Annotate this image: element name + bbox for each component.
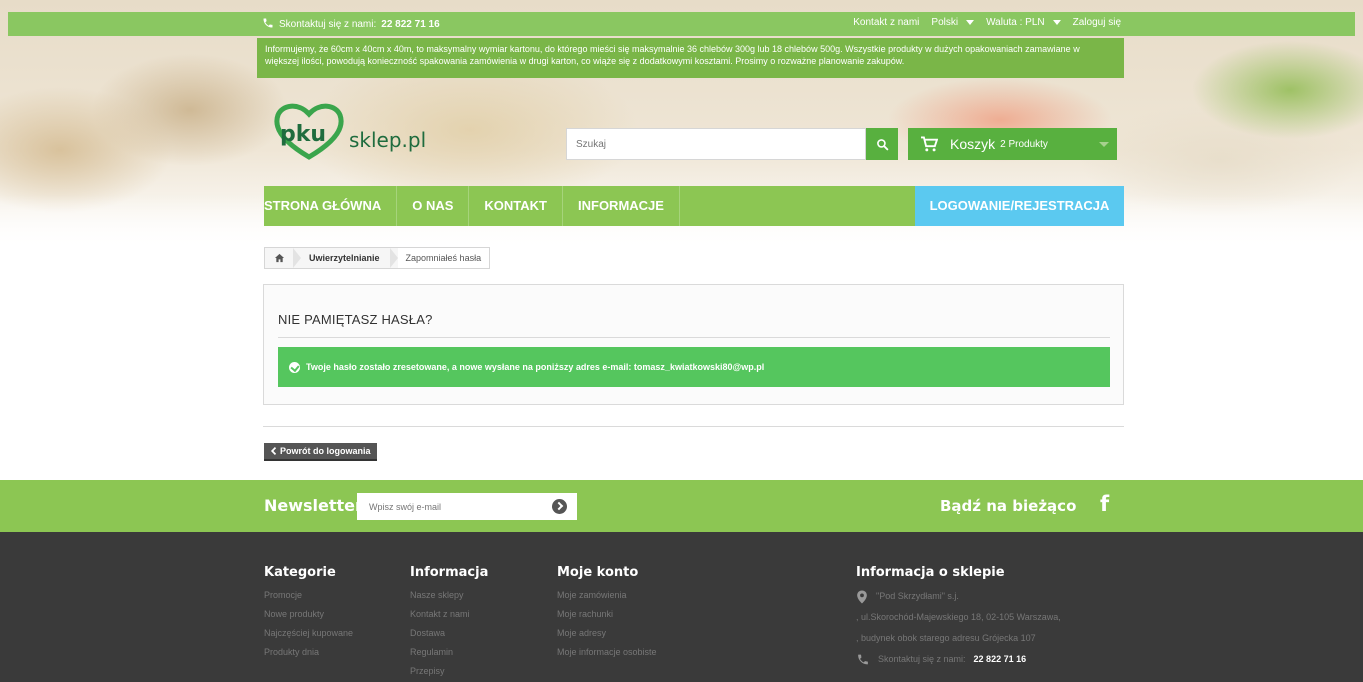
footer-link[interactable]: Przepisy (410, 662, 488, 681)
home-icon (274, 253, 284, 263)
newsletter-email-input[interactable] (357, 493, 537, 520)
currency-select[interactable]: Waluta : PLN (986, 17, 1061, 28)
nav-contact[interactable]: KONTAKT (469, 186, 563, 226)
cart-count: 2 Produkty (1000, 138, 1048, 150)
breadcrumb-current: Zapomniałeś hasła (397, 248, 490, 268)
forgot-password-panel: NIE PAMIĘTASZ HASŁA? Twoje hasło zostało… (263, 284, 1124, 405)
logo-mark: pku (280, 122, 327, 147)
nav-information[interactable]: INFORMACJE (563, 186, 680, 226)
footer-link[interactable]: Nasze sklepy (410, 586, 488, 605)
search-icon (876, 138, 888, 150)
newsletter-submit-button[interactable] (552, 499, 567, 514)
chevron-left-icon (270, 447, 277, 455)
store-address: , ul.Skorochód-Majewskiego 18, 02-105 Wa… (856, 612, 1061, 622)
store-phone-label: Skontaktuj się z nami: (878, 654, 966, 664)
footer-store-info: Informacja o sklepie "Pod Skrzydłami" s.… (856, 565, 1061, 670)
store-name-row: "Pod Skrzydłami" s.j. (856, 586, 1061, 607)
logo-heart-icon: pku (272, 100, 346, 160)
breadcrumb-home[interactable] (265, 248, 293, 268)
store-address: , budynek obok starego adresu Grójecka 1… (856, 633, 1036, 643)
stay-updated-label: Bądź na bieżąco (940, 497, 1077, 515)
footer: Kategorie Promocje Nowe produkty Najczęś… (0, 532, 1363, 682)
contact-link[interactable]: Kontakt z nami (853, 17, 919, 28)
divider (278, 337, 1110, 338)
footer-categories: Kategorie Promocje Nowe produkty Najczęś… (264, 565, 353, 662)
footer-link[interactable]: Najczęściej kupowane (264, 624, 353, 643)
language-value: Polski (931, 17, 959, 28)
breadcrumb-separator (293, 248, 301, 268)
footer-link[interactable]: Regulamin (410, 643, 488, 662)
language-select[interactable]: Polski (931, 17, 975, 28)
logo[interactable]: pku sklep.pl (272, 100, 426, 160)
store-address-row: , budynek obok starego adresu Grójecka 1… (856, 628, 1061, 649)
footer-account: Moje konto Moje zamówienia Moje rachunki… (557, 565, 657, 662)
footer-heading: Moje konto (557, 565, 639, 580)
nav-about[interactable]: O NAS (397, 186, 470, 226)
cart-button[interactable]: Koszyk 2 Produkty (908, 128, 1117, 160)
check-circle-icon (289, 361, 300, 373)
footer-heading: Kategorie (264, 565, 336, 580)
chevron-down-icon (1052, 19, 1061, 25)
store-phone-row: Skontaktuj się z nami: 22 822 71 16 (856, 649, 1061, 670)
phone-label: Skontaktuj się z nami: (279, 19, 377, 30)
footer-information: Informacja Nasze sklepy Kontakt z nami D… (410, 565, 488, 681)
search-input[interactable] (567, 129, 865, 159)
divider (263, 426, 1124, 427)
chevron-down-icon (966, 19, 975, 25)
main-nav: STRONA GŁÓWNA O NAS KONTAKT INFORMACJE L… (264, 186, 1124, 226)
breadcrumb-authentication[interactable]: Uwierzytelnianie (301, 253, 390, 263)
login-link[interactable]: Zaloguj się (1073, 17, 1121, 28)
success-message: Twoje hasło zostało zresetowane, a nowe … (306, 362, 765, 372)
footer-heading: Informacja o sklepie (856, 565, 1005, 580)
success-alert: Twoje hasło zostało zresetowane, a nowe … (278, 347, 1110, 387)
currency-value: Waluta : PLN (986, 17, 1045, 28)
footer-link[interactable]: Kontakt z nami (410, 605, 488, 624)
cart-label: Koszyk (950, 136, 996, 152)
page-title: NIE PAMIĘTASZ HASŁA? (278, 312, 433, 327)
chevron-down-icon (1099, 142, 1109, 147)
footer-link[interactable]: Produkty dnia (264, 643, 353, 662)
breadcrumb-separator (389, 248, 398, 268)
store-address-row: , ul.Skorochód-Majewskiego 18, 02-105 Wa… (856, 607, 1061, 628)
footer-link[interactable]: Nowe produkty (264, 605, 353, 624)
top-bar: Skontaktuj się z nami: 22 822 71 16 Kont… (8, 12, 1355, 36)
back-label: Powrót do logowania (280, 446, 371, 456)
search-box (566, 128, 866, 160)
store-phone-number: 22 822 71 16 (973, 654, 1027, 664)
footer-heading: Informacja (410, 565, 489, 580)
map-marker-icon (857, 590, 867, 603)
newsletter-bar: Newsletter Bądź na bieżąco f (0, 480, 1363, 532)
search-button[interactable] (866, 128, 898, 160)
phone-icon (262, 17, 274, 32)
nav-login-register[interactable]: LOGOWANIE/REJESTRACJA (915, 186, 1124, 226)
newsletter-field (357, 493, 577, 520)
phone-number: 22 822 71 16 (381, 19, 440, 30)
facebook-icon[interactable]: f (1100, 492, 1109, 516)
back-to-login-button[interactable]: Powrót do logowania (264, 443, 377, 461)
footer-link[interactable]: Moje zamówienia (557, 586, 657, 605)
footer-link[interactable]: Dostawa (410, 624, 488, 643)
logo-text: sklep.pl (349, 128, 427, 152)
store-name: "Pod Skrzydłami" s.j. (876, 591, 959, 601)
newsletter-title: Newsletter (264, 496, 363, 515)
footer-link[interactable]: Moje informacje osobiste (557, 643, 657, 662)
cart-icon (921, 136, 938, 152)
footer-link[interactable]: Moje rachunki (557, 605, 657, 624)
breadcrumb: Uwierzytelnianie Zapomniałeś hasła (264, 247, 491, 269)
footer-link[interactable]: Moje adresy (557, 624, 657, 643)
shipping-notice: Informujemy, że 60cm x 40cm x 40m, to ma… (257, 38, 1124, 78)
top-phone: Skontaktuj się z nami: 22 822 71 16 (262, 17, 440, 32)
phone-icon (858, 654, 868, 665)
nav-home[interactable]: STRONA GŁÓWNA (264, 186, 398, 226)
footer-link[interactable]: Promocje (264, 586, 353, 605)
